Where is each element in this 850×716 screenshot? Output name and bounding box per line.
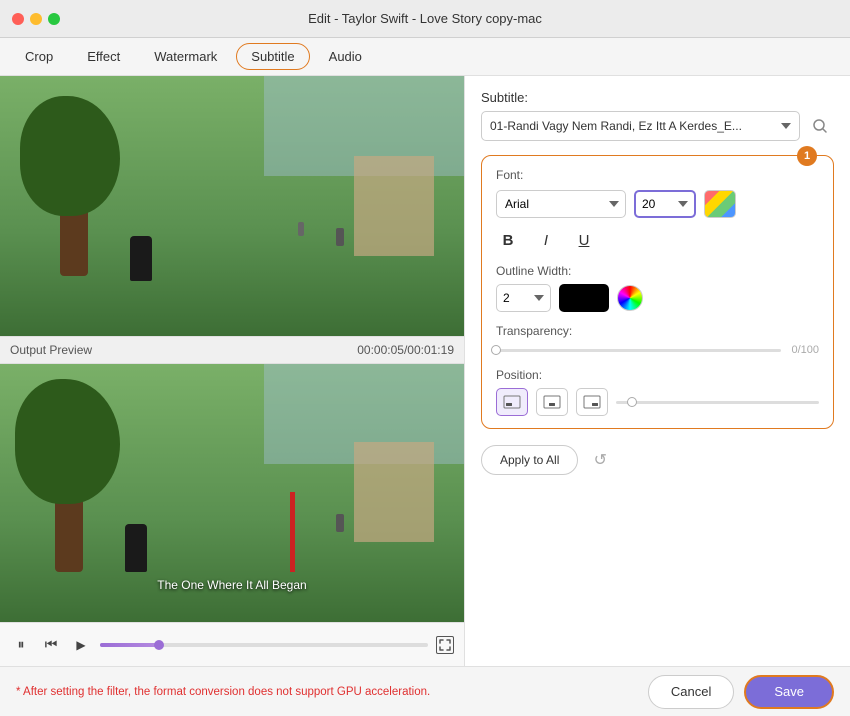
outline-color-wheel[interactable] bbox=[617, 285, 643, 311]
window-title: Edit - Taylor Swift - Love Story copy-ma… bbox=[308, 11, 542, 26]
outline-color-swatch[interactable] bbox=[559, 284, 609, 312]
video-scene-top bbox=[0, 76, 464, 336]
right-panel: Subtitle: 01-Randi Vagy Nem Randi, Ez It… bbox=[465, 76, 850, 666]
outline-label: Outline Width: bbox=[496, 264, 819, 278]
font-section-badge: 1 bbox=[797, 146, 817, 166]
refresh-button[interactable]: ↺ bbox=[588, 448, 612, 472]
progress-fill bbox=[100, 643, 159, 647]
nav-tabs: Crop Effect Watermark Subtitle Audio bbox=[0, 38, 850, 76]
subtitle-section-label: Subtitle: bbox=[481, 90, 834, 105]
italic-button[interactable]: I bbox=[534, 228, 558, 252]
tab-effect[interactable]: Effect bbox=[72, 43, 135, 70]
position-slider[interactable] bbox=[616, 401, 819, 404]
position-row bbox=[496, 388, 819, 416]
fullscreen-button[interactable] bbox=[436, 636, 454, 654]
position-bottom-left-button[interactable] bbox=[496, 388, 528, 416]
video-scene-bottom: The One Where It All Began bbox=[0, 364, 464, 622]
title-bar: Edit - Taylor Swift - Love Story copy-ma… bbox=[0, 0, 850, 38]
subtitle-search-button[interactable] bbox=[806, 112, 834, 140]
prev-button[interactable]: ⏮ bbox=[40, 634, 62, 656]
subtitle-text: The One Where It All Began bbox=[0, 578, 464, 592]
apply-to-all-button[interactable]: Apply to All bbox=[481, 445, 578, 475]
video-preview-top bbox=[0, 76, 464, 336]
left-panel: Output Preview 00:00:05/00:01:19 The One… bbox=[0, 76, 465, 666]
position-bottom-center-button[interactable] bbox=[536, 388, 568, 416]
tab-watermark[interactable]: Watermark bbox=[139, 43, 232, 70]
outline-width-select[interactable]: 2 bbox=[496, 284, 551, 312]
pause-button[interactable]: ⏸ bbox=[10, 634, 32, 656]
transparency-thumb bbox=[491, 345, 501, 355]
outline-row: 2 bbox=[496, 284, 819, 312]
apply-row: Apply to All ↺ bbox=[481, 445, 834, 475]
minimize-button[interactable] bbox=[30, 13, 42, 25]
tab-subtitle[interactable]: Subtitle bbox=[236, 43, 309, 70]
tab-crop[interactable]: Crop bbox=[10, 43, 68, 70]
tab-audio[interactable]: Audio bbox=[314, 43, 377, 70]
font-label: Font: bbox=[496, 168, 819, 182]
position-bottom-right-button[interactable] bbox=[576, 388, 608, 416]
progress-thumb bbox=[154, 640, 164, 650]
traffic-lights bbox=[12, 13, 60, 25]
transparency-value: 0/100 bbox=[789, 344, 819, 356]
action-buttons: Cancel Save bbox=[648, 675, 834, 709]
progress-bar[interactable] bbox=[100, 643, 428, 647]
warning-text: * After setting the filter, the format c… bbox=[16, 686, 430, 698]
bold-button[interactable]: B bbox=[496, 228, 520, 252]
position-label: Position: bbox=[496, 368, 819, 382]
position-slider-thumb bbox=[627, 397, 637, 407]
transparency-slider[interactable] bbox=[496, 349, 781, 352]
content-area: Output Preview 00:00:05/00:01:19 The One… bbox=[0, 76, 850, 666]
save-button[interactable]: Save bbox=[744, 675, 834, 709]
output-preview-label: Output Preview bbox=[10, 343, 92, 357]
underline-button[interactable]: U bbox=[572, 228, 596, 252]
output-preview-bar: Output Preview 00:00:05/00:01:19 bbox=[0, 336, 464, 364]
transparency-row: 0/100 bbox=[496, 344, 819, 356]
font-color-picker[interactable] bbox=[704, 190, 736, 218]
close-button[interactable] bbox=[12, 13, 24, 25]
font-family-select[interactable]: Arial bbox=[496, 190, 626, 218]
subtitle-dropdown[interactable]: 01-Randi Vagy Nem Randi, Ez Itt A Kerdes… bbox=[481, 111, 800, 141]
video-preview-bottom: The One Where It All Began bbox=[0, 364, 464, 622]
font-section: 1 Font: Arial 20 B I U Outline Widt bbox=[481, 155, 834, 429]
playback-controls: ⏸ ⏮ ▶ bbox=[0, 622, 464, 666]
text-style-row: B I U bbox=[496, 228, 819, 252]
font-row: Arial 20 bbox=[496, 190, 819, 218]
play-button[interactable]: ▶ bbox=[70, 634, 92, 656]
subtitle-select-row: 01-Randi Vagy Nem Randi, Ez Itt A Kerdes… bbox=[481, 111, 834, 141]
bottom-bar: * After setting the filter, the format c… bbox=[0, 666, 850, 716]
timestamp: 00:00:05/00:01:19 bbox=[357, 343, 454, 357]
maximize-button[interactable] bbox=[48, 13, 60, 25]
font-size-select[interactable]: 20 bbox=[634, 190, 696, 218]
cancel-button[interactable]: Cancel bbox=[648, 675, 734, 709]
transparency-label: Transparency: bbox=[496, 324, 819, 338]
